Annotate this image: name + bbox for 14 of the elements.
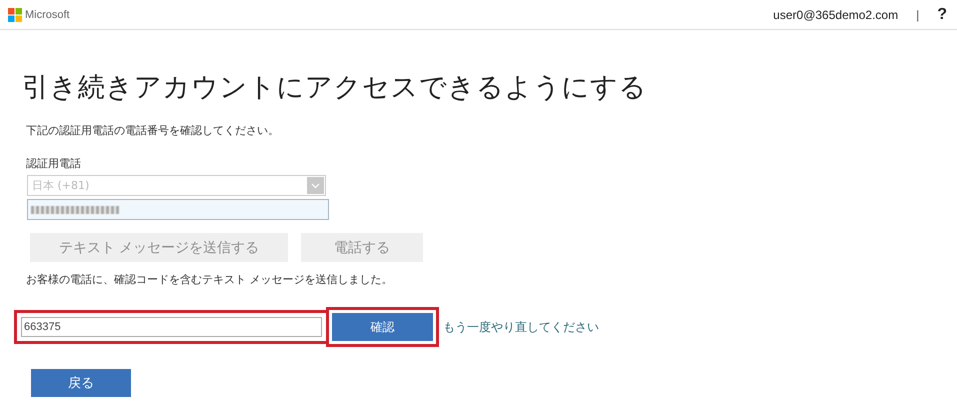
page-title: 引き続きアカウントにアクセスできるようにする (22, 71, 648, 105)
back-button[interactable]: 戻る (31, 369, 131, 397)
user-account[interactable]: user0@365demo2.com (773, 8, 898, 22)
verify-button[interactable]: 確認 (332, 313, 433, 341)
header-separator: | (916, 8, 920, 22)
code-input-field[interactable]: 663375 (21, 317, 322, 337)
logo-icon (8, 8, 22, 22)
retry-link[interactable]: もう一度やり直してください (443, 318, 599, 336)
phone-number-field[interactable] (27, 199, 329, 220)
instruction-text: 下記の認証用電話の電話番号を確認してください。 (26, 124, 280, 138)
help-link[interactable]: ? (937, 6, 947, 24)
field-label: 認証用電話 (26, 157, 82, 171)
brand-name: Microsoft (25, 8, 70, 20)
sent-message: お客様の電話に、確認コードを含むテキスト メッセージを送信しました。 (26, 273, 394, 287)
